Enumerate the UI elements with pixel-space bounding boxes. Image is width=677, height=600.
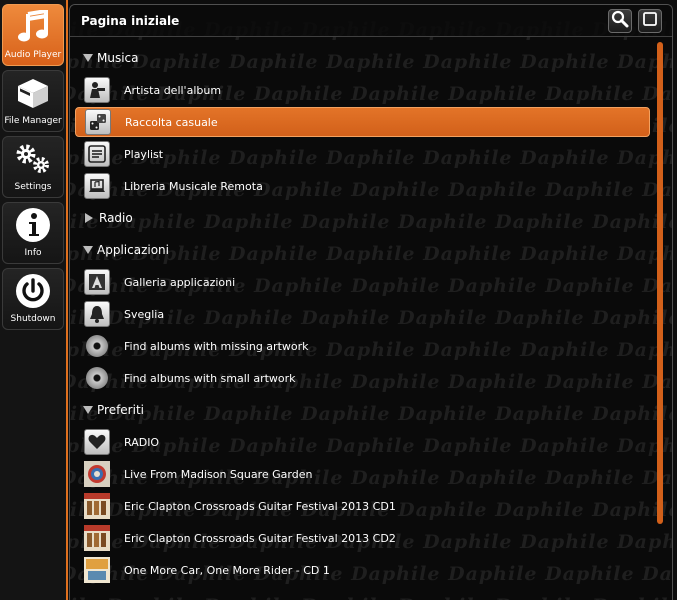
heart-icon bbox=[84, 429, 110, 455]
gears-icon bbox=[13, 139, 53, 179]
album-artist-icon bbox=[84, 77, 110, 103]
list-item-label: Live From Madison Square Garden bbox=[124, 467, 313, 481]
section-preferiti-label: Preferiti bbox=[97, 403, 144, 417]
nav-settings[interactable]: Settings bbox=[2, 136, 64, 198]
expand-arrow-icon bbox=[83, 246, 93, 254]
nav-file-manager[interactable]: File Manager bbox=[2, 70, 64, 132]
list-item-label: Galleria applicazioni bbox=[124, 275, 236, 289]
list-item-favorite-album[interactable]: Eric Clapton Crossroads Guitar Festival … bbox=[75, 523, 650, 553]
album-cover-icon bbox=[84, 557, 110, 583]
list-item-random-collection[interactable]: Raccolta casuale bbox=[75, 107, 650, 137]
list-item-favorite-album[interactable]: One More Car, One More Rider - CD 1 bbox=[75, 555, 650, 585]
page-title: Pagina iniziale bbox=[81, 14, 180, 28]
nav-audio-player-label: Audio Player bbox=[4, 50, 62, 60]
remote-library-icon bbox=[84, 173, 110, 199]
info-icon bbox=[13, 205, 53, 245]
section-preferiti[interactable]: Preferiti bbox=[83, 400, 144, 420]
list-item-label: Raccolta casuale bbox=[125, 115, 218, 129]
album-cover-icon bbox=[84, 461, 110, 487]
bell-icon bbox=[84, 301, 110, 327]
list-item-radio-favorite[interactable]: RADIO bbox=[75, 427, 650, 457]
list-item-label: Find albums with missing artwork bbox=[124, 339, 309, 353]
list-item-alarm[interactable]: Sveglia bbox=[75, 299, 650, 329]
nav-info-label: Info bbox=[24, 248, 42, 258]
collapse-arrow-icon bbox=[85, 213, 93, 223]
album-cover-icon bbox=[84, 525, 110, 551]
list-item-label: Sveglia bbox=[124, 307, 165, 321]
section-applicazioni-label: Applicazioni bbox=[97, 243, 169, 257]
disc-icon bbox=[84, 333, 110, 359]
list-item-label: Eric Clapton Crossroads Guitar Festival … bbox=[124, 531, 396, 545]
nav-shutdown[interactable]: Shutdown bbox=[2, 268, 64, 330]
nav-shutdown-label: Shutdown bbox=[10, 314, 56, 324]
list-item-label: Find albums with small artwork bbox=[124, 371, 296, 385]
list-item-app-gallery[interactable]: Galleria applicazioni bbox=[75, 267, 650, 297]
list-item-playlist[interactable]: Playlist bbox=[75, 139, 650, 169]
list-item-label: Playlist bbox=[124, 147, 164, 161]
list-item-label: Eric Clapton Crossroads Guitar Festival … bbox=[124, 499, 396, 513]
main-panel: Daphile Daphile Daphile Daphile Daphile … bbox=[69, 4, 673, 600]
section-applicazioni[interactable]: Applicazioni bbox=[83, 240, 169, 260]
section-musica[interactable]: Musica bbox=[83, 48, 139, 68]
nav-info[interactable]: Info bbox=[2, 202, 64, 264]
list-item-label: Artista dell'album bbox=[124, 83, 222, 97]
expand-arrow-icon bbox=[83, 54, 93, 62]
nav-file-manager-label: File Manager bbox=[4, 116, 62, 126]
list-item-missing-artwork[interactable]: Find albums with missing artwork bbox=[75, 331, 650, 361]
playlist-icon bbox=[84, 141, 110, 167]
window-icon bbox=[642, 11, 658, 31]
nav-settings-label: Settings bbox=[14, 182, 52, 192]
list-item-small-artwork[interactable]: Find albums with small artwork bbox=[75, 363, 650, 393]
list-item-album-artist[interactable]: Artista dell'album bbox=[75, 75, 650, 105]
power-icon bbox=[13, 271, 53, 311]
header-bar: Pagina iniziale bbox=[70, 5, 672, 37]
list-item-remote-library[interactable]: Libreria Musicale Remota bbox=[75, 171, 650, 201]
file-manager-icon bbox=[13, 73, 53, 113]
list-item-label: RADIO bbox=[124, 435, 160, 449]
expand-arrow-icon bbox=[83, 406, 93, 414]
disc-icon bbox=[84, 365, 110, 391]
scrollbar[interactable] bbox=[657, 42, 663, 524]
window-button[interactable] bbox=[638, 9, 662, 33]
nav-audio-player[interactable]: Audio Player bbox=[2, 4, 64, 66]
album-cover-icon bbox=[84, 493, 110, 519]
search-icon bbox=[611, 10, 629, 32]
list-item-favorite-album[interactable]: Live From Madison Square Garden bbox=[75, 459, 650, 489]
music-note-icon bbox=[13, 7, 53, 47]
home-list: Musica Artista dell'album Raccolta casua… bbox=[70, 38, 656, 600]
list-item-favorite-album[interactable]: Eric Clapton Crossroads Guitar Festival … bbox=[75, 491, 650, 521]
section-radio[interactable]: Radio bbox=[83, 208, 133, 228]
section-musica-label: Musica bbox=[97, 51, 139, 65]
sidebar: Audio Player File Manager Settings Info … bbox=[0, 0, 68, 600]
list-item-label: One More Car, One More Rider - CD 1 bbox=[124, 563, 330, 577]
search-button[interactable] bbox=[608, 9, 632, 33]
app-gallery-icon bbox=[84, 269, 110, 295]
list-item-label: Libreria Musicale Remota bbox=[124, 179, 263, 193]
section-radio-label: Radio bbox=[99, 211, 133, 225]
dice-icon bbox=[85, 109, 111, 135]
